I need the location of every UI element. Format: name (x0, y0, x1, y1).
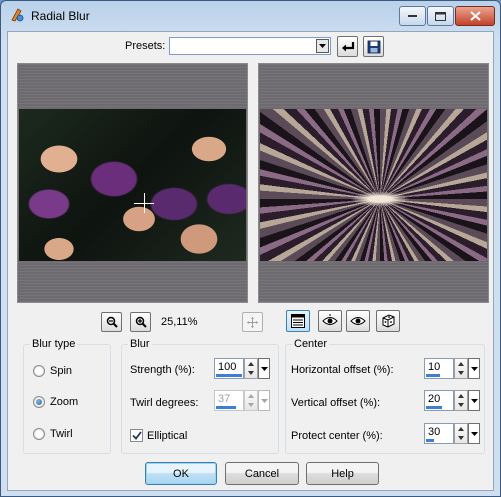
horizontal-offset-slider-dropdown[interactable] (468, 358, 480, 379)
minimize-button[interactable] (399, 6, 426, 26)
center-crosshair-vertical (144, 193, 145, 213)
twirl-degrees-slider-dropdown (258, 390, 270, 411)
strength-input[interactable]: 100 (214, 358, 244, 379)
chevron-down-icon (470, 366, 478, 371)
load-preset-button[interactable] (337, 36, 358, 57)
twirl-slider-bar (216, 406, 236, 409)
blur-group-title: Blur (128, 338, 152, 350)
elliptical-label: Elliptical (147, 429, 188, 442)
presets-label: Presets: (125, 40, 166, 52)
zoom-in-icon (135, 316, 147, 328)
window-title: Radial Blur (31, 9, 90, 23)
twirl-label: Twirl (50, 428, 73, 440)
twirl-degrees-value: 37 (218, 393, 231, 405)
strength-updown[interactable] (244, 358, 258, 379)
chevron-down-icon (470, 398, 478, 403)
vertical-offset-value: 20 (428, 393, 441, 405)
vertical-offset-slider-dropdown[interactable] (468, 390, 480, 411)
eye-icon (350, 317, 366, 325)
zoom-level: 25,11% (161, 316, 198, 328)
auto-proof-button[interactable] (346, 310, 370, 332)
app-icon (11, 8, 24, 22)
save-disk-icon (367, 40, 380, 53)
title-bar[interactable]: Radial Blur (1, 1, 500, 31)
elliptical-option[interactable]: Elliptical (130, 429, 187, 442)
maximize-icon (435, 11, 446, 21)
vertical-offset-updown[interactable] (454, 390, 468, 411)
result-preview (258, 63, 489, 303)
toggle-preview-button[interactable] (286, 310, 310, 332)
protect-center-updown[interactable] (454, 423, 468, 444)
vertical-offset-spinner[interactable]: 20 (424, 390, 482, 411)
spin-label: Spin (50, 365, 73, 377)
strength-slider-bar[interactable] (216, 374, 242, 377)
protect-center-input[interactable]: 30 (424, 423, 454, 444)
protect-center-slider-bar[interactable] (426, 439, 434, 442)
center-group-title: Center (292, 338, 330, 350)
zoom-out-button[interactable] (101, 312, 122, 332)
horizontal-offset-label: Horizontal offset (%): (291, 364, 394, 376)
twirl-degrees-label: Twirl degrees: (130, 397, 199, 409)
strength-value: 100 (218, 361, 237, 373)
result-preview-image (260, 109, 487, 261)
maximize-button[interactable] (427, 6, 454, 26)
strength-label: Strength (%): (130, 364, 195, 376)
chevron-down-icon (319, 44, 326, 48)
chevron-down-icon (470, 431, 478, 436)
minimize-icon (407, 15, 417, 17)
preview-window-icon (291, 314, 305, 328)
proof-button[interactable] (318, 310, 342, 332)
vertical-offset-slider-bar[interactable] (426, 406, 442, 409)
close-icon (469, 11, 481, 21)
horizontal-offset-value: 10 (428, 361, 441, 373)
zoom-label: Zoom (50, 396, 79, 408)
spin-radio[interactable] (33, 365, 45, 377)
original-preview-image (19, 109, 246, 261)
protect-center-value: 30 (428, 426, 441, 438)
checkmark-icon (131, 431, 142, 440)
original-preview[interactable] (17, 63, 248, 303)
elliptical-checkbox[interactable] (130, 429, 143, 442)
pan-button[interactable] (242, 312, 263, 332)
horizontal-offset-slider-bar[interactable] (426, 374, 440, 377)
horizontal-offset-spinner[interactable]: 10 (424, 358, 482, 379)
twirl-degrees-updown (244, 390, 258, 411)
move-icon (247, 316, 258, 328)
chevron-down-icon (260, 366, 268, 371)
zoom-option[interactable]: Zoom (33, 396, 78, 408)
protect-center-spinner[interactable]: 30 (424, 423, 482, 444)
help-button[interactable]: Help (306, 462, 379, 485)
twirl-degrees-spinner: 37 (214, 390, 272, 411)
chevron-down-icon (260, 398, 268, 403)
twirl-radio[interactable] (33, 428, 45, 440)
eye-proof-icon (322, 314, 338, 325)
zoom-radio[interactable] (33, 396, 45, 408)
presets-dropdown-button[interactable] (316, 39, 329, 53)
twirl-degrees-input: 37 (214, 390, 244, 411)
vertical-offset-label: Vertical offset (%): (291, 397, 381, 409)
strength-spinner[interactable]: 100 (214, 358, 272, 379)
dice-icon (382, 314, 395, 328)
zoom-out-icon (106, 316, 118, 328)
reset-arrow-icon (341, 42, 354, 52)
spin-option[interactable]: Spin (33, 365, 72, 377)
zoom-in-button[interactable] (130, 312, 151, 332)
presets-combo[interactable] (169, 37, 331, 55)
close-button[interactable] (455, 6, 495, 26)
protect-center-slider-dropdown[interactable] (468, 423, 480, 444)
ok-button[interactable]: OK (145, 462, 217, 485)
horizontal-offset-input[interactable]: 10 (424, 358, 454, 379)
strength-slider-dropdown[interactable] (258, 358, 270, 379)
horizontal-offset-updown[interactable] (454, 358, 468, 379)
cancel-button[interactable]: Cancel (225, 462, 299, 485)
save-preset-button[interactable] (363, 36, 384, 57)
randomize-button[interactable] (376, 310, 400, 332)
twirl-option[interactable]: Twirl (33, 428, 73, 440)
radial-blur-dialog: Radial Blur Presets: 25,11% Blur type Sp… (0, 0, 501, 497)
vertical-offset-input[interactable]: 20 (424, 390, 454, 411)
protect-center-label: Protect center (%): (291, 430, 383, 442)
blur-type-title: Blur type (30, 338, 78, 350)
